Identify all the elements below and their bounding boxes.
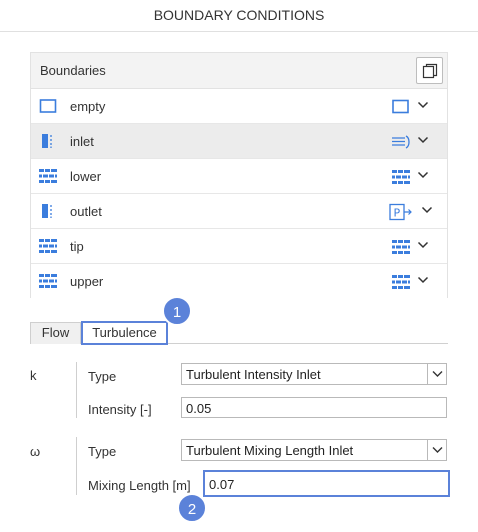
boundary-label: lower [70, 169, 102, 184]
omega-type-label: Type [88, 444, 117, 459]
wall-icon [39, 239, 57, 253]
k-type-dropdown-button[interactable] [427, 364, 446, 384]
boundary-label: inlet [70, 134, 94, 149]
pressure-outlet-icon[interactable]: P [389, 203, 413, 221]
boundary-row-outlet[interactable]: outlet P [31, 194, 447, 229]
callout-badge-1: 1 [162, 296, 192, 326]
boundaries-header-label: Boundaries [40, 63, 106, 78]
omega-group-line [76, 437, 77, 495]
wall-icon [39, 274, 57, 288]
tab-turbulence[interactable]: Turbulence [81, 321, 168, 345]
boundary-label: empty [70, 99, 106, 114]
chevron-down-icon[interactable] [417, 135, 429, 145]
inlet-flow-icon[interactable] [391, 134, 411, 150]
boundaries-header: Boundaries [31, 53, 447, 89]
k-symbol: k [30, 368, 37, 383]
mixing-length-label: Mixing Length [m] [88, 478, 191, 493]
svg-text:P: P [394, 207, 401, 220]
boundary-row-lower[interactable]: lower [31, 159, 447, 194]
boundary-row-upper[interactable]: upper [31, 264, 447, 299]
omega-type-dropdown-button[interactable] [427, 440, 446, 460]
chevron-down-icon[interactable] [417, 100, 429, 110]
patch-icon [42, 134, 52, 148]
mixing-length-input[interactable]: 0.07 [203, 470, 450, 497]
omega-type-value: Turbulent Mixing Length Inlet [186, 443, 354, 458]
wall-type-icon[interactable] [391, 274, 411, 290]
k-type-label: Type [88, 369, 117, 384]
copy-button[interactable] [416, 57, 443, 84]
chevron-down-icon [432, 447, 443, 453]
k-intensity-label: Intensity [-] [88, 402, 152, 417]
chevron-down-icon[interactable] [417, 170, 429, 180]
boundary-row-inlet[interactable]: inlet [31, 124, 447, 159]
omega-symbol: ω [30, 444, 41, 459]
k-intensity-input[interactable]: 0.05 [181, 397, 447, 418]
chevron-down-icon[interactable] [417, 275, 429, 285]
boundary-row-empty[interactable]: empty [31, 89, 447, 124]
chevron-down-icon[interactable] [417, 240, 429, 250]
callout-badge-2: 2 [177, 493, 207, 523]
k-type-select[interactable]: Turbulent Intensity Inlet [181, 363, 447, 385]
boundary-label: upper [70, 274, 104, 289]
wall-type-icon[interactable] [391, 239, 411, 255]
omega-type-select[interactable]: Turbulent Mixing Length Inlet [181, 439, 447, 461]
boundaries-panel: Boundaries empty inlet lower outlet P ti… [30, 52, 448, 299]
copy-icon [422, 63, 438, 79]
k-group-line [76, 362, 77, 418]
boundary-row-tip[interactable]: tip [31, 229, 447, 264]
k-type-value: Turbulent Intensity Inlet [186, 367, 321, 382]
panel-title: BOUNDARY CONDITIONS [0, 0, 478, 32]
wall-icon [39, 169, 57, 183]
k-intensity-value: 0.05 [186, 401, 212, 416]
chevron-down-icon[interactable] [421, 205, 433, 215]
chevron-down-icon [432, 371, 443, 377]
empty-type-icon[interactable] [391, 99, 411, 115]
boundary-label: outlet [70, 204, 102, 219]
empty-patch-icon [39, 99, 57, 113]
boundary-label: tip [70, 239, 84, 254]
wall-type-icon[interactable] [391, 169, 411, 185]
tab-flow[interactable]: Flow [30, 322, 81, 344]
mixing-length-value: 0.07 [209, 477, 235, 492]
patch-icon [42, 204, 52, 218]
